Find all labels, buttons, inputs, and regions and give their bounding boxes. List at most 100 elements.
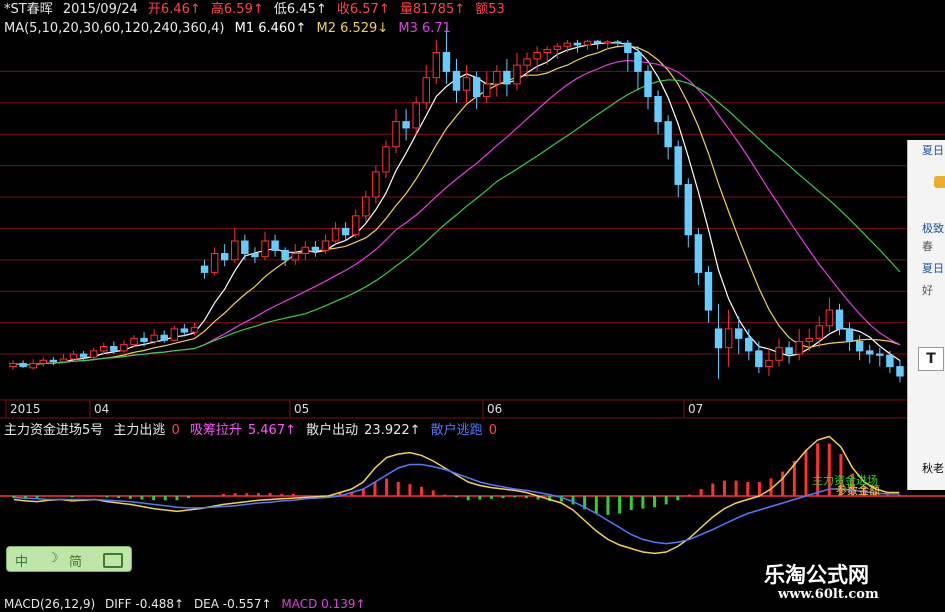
candle-body-73 [745,337,753,352]
candle-body-81 [825,309,834,327]
chu-label: 主力出逃 [113,423,166,438]
candle-body-49 [503,70,511,85]
side-item-2[interactable]: 极致 [922,220,944,236]
diff-line [13,435,900,555]
candle-body-54 [553,45,562,50]
candle-body-15 [160,334,168,341]
candle-body-44 [452,70,461,91]
watermark-title: 乐淘公式网 [764,563,869,587]
side-panel[interactable]: 夏日 极致 春 夏日 好 秋老 [907,140,945,490]
candle-body-53 [543,48,551,54]
candle-body-13 [140,337,148,342]
candle-body-40 [412,102,420,129]
candle-body-46 [472,77,481,98]
side-bottom[interactable]: 秋老 [922,460,944,476]
candle-body-63 [644,70,652,98]
candle-body-75 [765,359,773,368]
candle-body-20 [210,253,219,273]
candle-body-87 [886,354,894,368]
xi-label: 吸筹拉升 [189,423,242,438]
candle-body-27 [281,249,289,261]
candle-body-79 [805,337,813,342]
candle-body-7 [79,353,88,358]
ime-zhong: 中 [15,555,29,570]
candle-body-12 [130,337,138,346]
candle-body-56 [573,42,582,46]
side-item-5[interactable]: 好 [922,282,933,298]
dea-line [13,463,900,545]
candle-body-1 [19,362,27,368]
x-label-1: 04 [94,402,109,416]
candle-body-38 [392,121,400,148]
stock-chart[interactable]: 2015 04 05 06 07主力资金进场参数金额 [0,0,945,609]
keyboard-icon [103,553,123,568]
xi-value: 5.467↑ [247,423,296,438]
candle-body-39 [402,121,410,129]
tao-label: 散户逃跑 [430,423,483,438]
candle-body-43 [442,52,451,72]
candle-body-19 [200,265,209,273]
candle-body-2 [29,362,37,369]
candle-body-85 [865,350,874,355]
ma-header: MA(5,10,20,30,60,120,240,360,4) M1 6.460… [4,21,457,37]
candle-body-76 [775,347,783,361]
indicator-name: 主力资金进场5号 [4,423,104,438]
candle-body-42 [432,52,441,79]
side-item-1[interactable]: 夏日 [922,142,944,158]
candle-body-32 [331,227,340,242]
candle-body-70 [714,328,723,349]
text-tool-button[interactable]: T [918,347,944,371]
candle-body-65 [664,121,672,148]
ma-m2: M2 6.529↓ [316,21,389,36]
x-label-4: 07 [688,402,703,416]
candle-body-47 [483,83,491,98]
candle-body-52 [533,52,541,60]
amount: 额53 [475,2,505,17]
candle-body-74 [755,350,763,368]
candle-body-30 [311,246,320,251]
candle-body-11 [120,344,128,352]
candle-body-62 [634,52,642,72]
ma20-line [12,59,901,366]
candle-body-50 [513,64,521,85]
chu-value: 0 [171,423,180,438]
san-value: 23.922↑ [364,423,421,438]
candle-body-14 [150,334,158,342]
candle-body-80 [815,325,824,339]
high-price: 高6.59↑ [210,2,264,17]
candle-body-23 [241,240,249,255]
candle-body-24 [251,253,259,258]
ime-jian: 简 [69,555,83,570]
candle-body-84 [855,340,864,352]
candle-body-58 [593,40,602,44]
quote-date: 2015/09/24 [62,2,138,17]
ime-toolbar-button[interactable]: 中 ☽ 简 [6,546,132,572]
ma-params: MA(5,10,20,30,60,120,240,360,4) [4,21,225,36]
candle-body-82 [835,309,844,330]
open-price: 开6.46↑ [147,2,201,17]
side-item-4[interactable]: 夏日 [922,260,944,276]
candle-body-61 [624,42,632,54]
candle-body-51 [523,58,531,66]
candle-body-86 [876,353,884,356]
watermark: 乐淘公式网 www.60lt.com [758,555,945,609]
volume: 量81785↑ [399,2,466,17]
candle-body-72 [734,328,743,339]
candle-body-37 [382,146,390,173]
candle-body-5 [59,358,68,363]
candle-body-31 [321,240,330,251]
candle-body-16 [170,328,179,341]
x-label-0: 2015 [10,402,41,416]
low-price: 低6.45↑ [273,2,327,17]
candle-body-6 [69,353,78,360]
candle-body-77 [785,347,793,355]
x-label-3: 06 [487,402,502,416]
candle-body-0 [9,362,17,368]
macd-header: MACD(26,12,9) DIFF -0.488↑ DEA -0.557↑ M… [4,596,372,612]
candle-body-3 [39,359,48,364]
price-header: *ST春晖 2015/09/24 开6.46↑ 高6.59↑ 低6.45↑ 收6… [4,2,511,18]
candle-body-71 [724,328,733,349]
overlay-label-b: 参数金额 [836,483,880,497]
candle-body-88 [896,366,904,377]
side-item-3[interactable]: 春 [922,238,933,254]
